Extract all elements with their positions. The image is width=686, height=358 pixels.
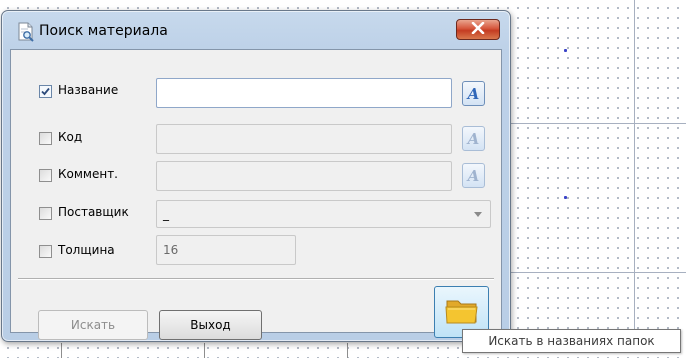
comment-case-button[interactable]: A — [462, 163, 485, 188]
supplier-checkbox[interactable] — [39, 207, 52, 220]
thickness-input[interactable]: 16 — [156, 235, 296, 265]
italic-a-icon: A — [467, 129, 480, 148]
check-mark-icon — [41, 87, 50, 96]
canvas-grid-line — [505, 123, 686, 124]
canvas-point — [564, 196, 567, 199]
name-checkbox[interactable] — [39, 85, 52, 98]
document-search-icon — [17, 22, 35, 42]
comment-label: Коммент. — [58, 167, 118, 181]
window-title: Поиск материала — [39, 23, 168, 39]
code-label: Код — [58, 130, 83, 144]
canvas-point — [564, 49, 567, 52]
code-checkbox[interactable] — [39, 132, 52, 145]
canvas-grid-line — [204, 343, 205, 358]
italic-a-icon: A — [467, 166, 480, 185]
name-input[interactable] — [156, 78, 452, 108]
thickness-checkbox[interactable] — [39, 245, 52, 258]
search-button[interactable]: Искать — [38, 310, 148, 340]
canvas-grid-line — [347, 343, 348, 358]
name-case-button[interactable]: A — [462, 81, 485, 106]
chevron-down-icon[interactable] — [474, 212, 482, 217]
canvas-grid-line — [505, 272, 686, 273]
supplier-value: _ — [163, 207, 169, 221]
close-icon — [471, 21, 485, 37]
italic-a-icon: A — [467, 84, 480, 103]
comment-checkbox[interactable] — [39, 169, 52, 182]
code-input[interactable] — [156, 124, 452, 154]
thickness-label: Толщина — [58, 243, 115, 257]
close-button[interactable] — [456, 19, 500, 40]
canvas-grid-line — [634, 0, 635, 343]
exit-button[interactable]: Выход — [159, 310, 262, 340]
thickness-value: 16 — [163, 243, 179, 257]
folder-button-tooltip: Искать в названиях папок — [462, 329, 681, 353]
comment-input[interactable] — [156, 161, 452, 191]
supplier-select[interactable]: _ — [156, 200, 491, 228]
material-search-dialog: Поиск материала Название A Код A Коммент… — [1, 10, 511, 342]
name-label: Название — [58, 83, 119, 97]
dialog-content: Название A Код A Коммент. A Поставщик _ … — [10, 49, 502, 333]
separator — [18, 278, 494, 280]
code-case-button[interactable]: A — [462, 126, 485, 151]
canvas-grid-line — [61, 343, 62, 358]
supplier-label: Поставщик — [58, 205, 129, 219]
title-bar[interactable]: Поиск материала — [2, 11, 510, 49]
